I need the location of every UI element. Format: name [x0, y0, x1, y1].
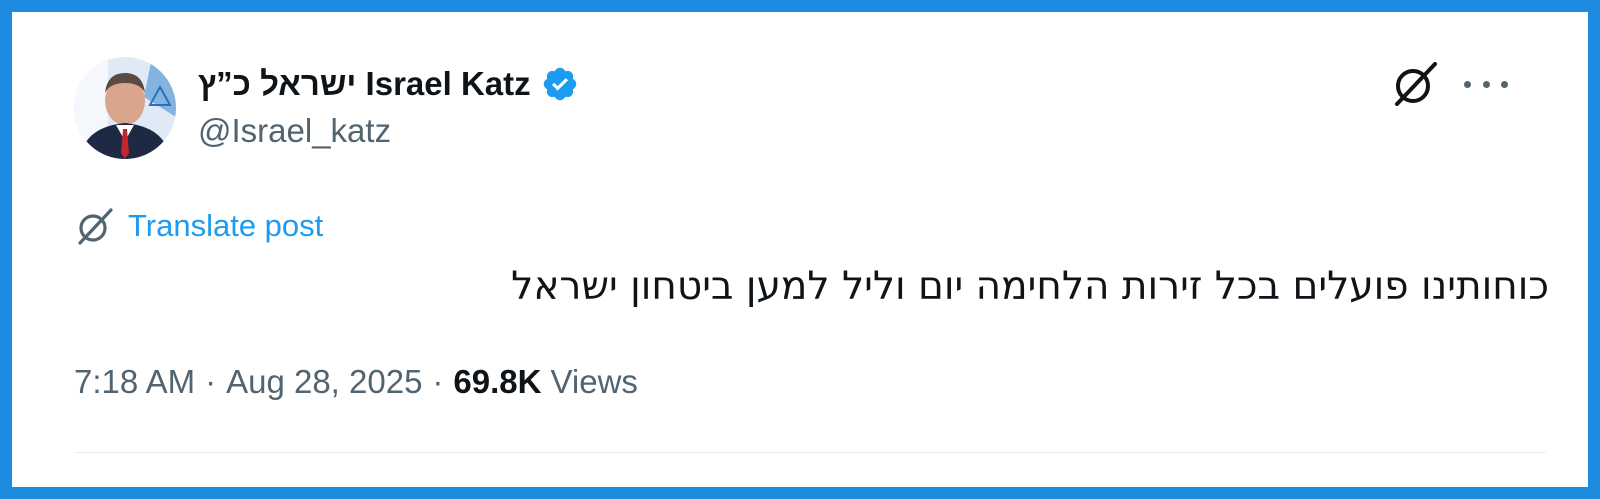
grok-logo-icon[interactable] — [1389, 58, 1441, 110]
more-options-button[interactable] — [1464, 70, 1508, 98]
author-row: ישראל כ”ץ Israel Katz — [198, 62, 579, 106]
translate-icon — [74, 205, 116, 247]
separator: · — [205, 363, 217, 400]
translate-label: Translate post — [128, 208, 324, 243]
verified-badge-icon — [541, 65, 579, 103]
post-meta: 7:18 AM · Aug 28, 2025 · 69.8K Views — [74, 363, 638, 401]
translate-post-link[interactable]: Translate post — [74, 205, 323, 247]
avatar[interactable] — [74, 57, 176, 159]
post-text: כוחותינו פועלים בכל זירות הלחימה יום ולי… — [511, 264, 1549, 309]
avatar-image — [74, 57, 176, 159]
views-label: Views — [550, 363, 638, 400]
post-date[interactable]: Aug 28, 2025 — [226, 363, 422, 401]
author-handle[interactable]: @Israel_katz — [198, 112, 391, 150]
post-card: ישראל כ”ץ Israel Katz @Israel_katz Trans… — [12, 12, 1588, 487]
views-count: 69.8K — [453, 363, 542, 400]
post-time[interactable]: 7:18 AM — [74, 363, 195, 401]
separator: · — [432, 363, 444, 400]
divider — [74, 452, 1546, 453]
author-name[interactable]: ישראל כ”ץ Israel Katz — [198, 65, 531, 103]
more-horizontal-icon — [1464, 80, 1471, 88]
